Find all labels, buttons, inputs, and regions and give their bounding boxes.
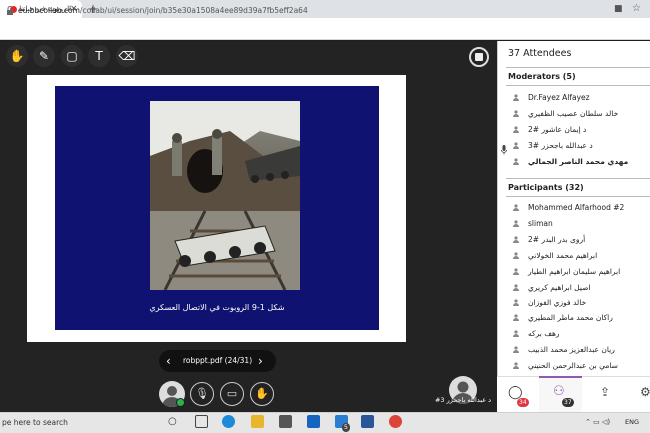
mail-icon[interactable] xyxy=(307,415,320,428)
file-explorer-icon[interactable] xyxy=(251,415,264,428)
attendee-name: Dr.Fayez Alfayez xyxy=(528,93,590,102)
next-slide-button[interactable]: › xyxy=(258,350,263,372)
moderator-item[interactable]: د عبدالله باجحزر #3 xyxy=(510,138,650,153)
person-icon xyxy=(513,268,519,275)
raise-hand-icon[interactable]: ✋ xyxy=(250,382,274,406)
store-icon[interactable] xyxy=(279,415,292,428)
url-path: /collab/ui/session/join/b35e30a1508a4ee8… xyxy=(79,6,308,15)
attendee-name: Mohammed Alfarhood #2 xyxy=(528,203,625,212)
attendees-badge: 37 xyxy=(562,398,574,407)
eraser-icon[interactable]: ⌫ xyxy=(116,45,138,67)
pager-label: robppt.pdf (24/31) xyxy=(183,356,253,365)
participant-item[interactable]: ابراهيم سليمان ابراهيم الطيار xyxy=(510,264,650,279)
person-icon xyxy=(513,314,519,321)
chrome-icon[interactable] xyxy=(389,415,402,428)
task-view-icon[interactable] xyxy=(195,415,208,428)
divider xyxy=(506,67,650,68)
recording-stop-button[interactable] xyxy=(469,47,489,67)
attendee-name: د إيمان عاشور #2 xyxy=(528,125,587,134)
taskbar-badge: 5 xyxy=(342,423,350,432)
search-icon[interactable]: ○ xyxy=(168,416,177,427)
attendee-name: ابراهيم سليمان ابراهيم الطيار xyxy=(528,267,621,276)
attendee-name: راكان محمد ماطر المطيري xyxy=(528,313,613,322)
bookmark-star-icon[interactable]: ☆ xyxy=(632,3,641,14)
panel-title: 37 Attendees xyxy=(508,48,572,59)
lock-icon[interactable] xyxy=(6,6,14,15)
settings-gear-icon[interactable]: ⚙ xyxy=(640,385,650,399)
attendee-name: رهف بركه xyxy=(528,329,560,338)
person-icon xyxy=(513,330,519,337)
attendee-name: د عبدالله باجحزر #3 xyxy=(528,141,593,150)
divider xyxy=(506,85,650,86)
attendee-name: sliman xyxy=(528,219,553,228)
speaker-name: د عبدالله باجحزر 3# xyxy=(434,396,492,404)
status-check-icon xyxy=(176,398,185,407)
person-icon xyxy=(513,299,519,306)
participant-item[interactable]: ريان عبدالعزيز محمد الذبيب xyxy=(510,342,650,357)
microphone-icon xyxy=(501,140,507,155)
share-icon[interactable]: ⇪ xyxy=(600,385,610,399)
person-icon xyxy=(513,94,519,101)
attendee-name: ريان عبدالعزيز محمد الذبيب xyxy=(528,345,615,354)
attendees-icon[interactable]: ⚇ xyxy=(553,384,565,399)
divider xyxy=(506,178,650,179)
pen-icon[interactable]: ✎ xyxy=(33,45,55,67)
participant-item[interactable]: اصيل ابراهيم كريري xyxy=(510,280,650,295)
attendee-name: سامي بن عبدالرحمن الحنيني xyxy=(528,361,618,370)
taskbar-search[interactable]: pe here to search xyxy=(2,412,68,433)
person-icon xyxy=(513,346,519,353)
divider xyxy=(506,196,650,197)
taskbar xyxy=(0,412,650,433)
url-field[interactable]: eu.bbcollab.com/collab/ui/session/join/b… xyxy=(18,0,308,22)
moderator-item[interactable]: خالد سلطان عصيب الظفيري xyxy=(510,106,650,121)
mic-muted-icon[interactable]: 🎙 xyxy=(190,382,214,406)
person-icon xyxy=(513,362,519,369)
participant-item[interactable]: سامي بن عبدالرحمن الحنيني xyxy=(510,358,650,373)
participants-title: Participants (32) xyxy=(508,183,584,192)
camera-icon[interactable]: ■ xyxy=(614,4,623,14)
chat-badge: 34 xyxy=(517,398,529,407)
url-host: eu.bbcollab.com xyxy=(18,6,80,15)
word-icon[interactable] xyxy=(361,415,374,428)
text-icon[interactable]: T xyxy=(88,45,110,67)
attendee-name: خالد فوزي الفوزان xyxy=(528,298,587,307)
pointer-icon[interactable]: ✋ xyxy=(6,45,28,67)
person-icon xyxy=(513,204,519,211)
edge-icon[interactable] xyxy=(222,415,235,428)
attendee-name: أروى بدر البدر #2 xyxy=(528,235,586,244)
attendee-name: خالد سلطان عصيب الظفيري xyxy=(528,109,619,118)
person-icon xyxy=(513,158,519,165)
attendee-name: اصيل ابراهيم كريري xyxy=(528,283,591,292)
moderator-item[interactable]: مهدي محمد الناصر الجمالي xyxy=(510,154,650,169)
input-language[interactable]: ENG xyxy=(625,412,639,433)
slide-photo xyxy=(150,101,300,290)
shape-icon[interactable]: ▢ xyxy=(61,45,83,67)
participant-item[interactable]: رهف بركه xyxy=(510,326,650,341)
previous-slide-button[interactable]: ‹ xyxy=(166,350,171,372)
person-icon xyxy=(513,236,519,243)
person-icon xyxy=(513,220,519,227)
person-icon xyxy=(513,126,519,133)
slide-caption: شكل 1-9 الروبوت في الاتصال العسكري xyxy=(149,303,285,312)
participant-item[interactable]: ابراهيم محمد الخولاني xyxy=(510,248,650,263)
participant-item[interactable]: راكان محمد ماطر المطيري xyxy=(510,310,650,325)
person-icon xyxy=(513,252,519,259)
tray-icons[interactable]: ⌃ ▭ ◁) xyxy=(585,412,610,433)
moderators-title: Moderators (5) xyxy=(508,72,576,81)
moderator-item[interactable]: Dr.Fayez Alfayez xyxy=(510,90,650,105)
participant-item[interactable]: Mohammed Alfarhood #2 xyxy=(510,200,650,215)
participant-item[interactable]: sliman xyxy=(510,216,650,231)
person-icon xyxy=(513,110,519,117)
person-icon xyxy=(513,142,519,149)
camera-off-icon[interactable]: ▭ xyxy=(220,382,244,406)
moderator-item[interactable]: د إيمان عاشور #2 xyxy=(510,122,650,137)
attendee-name: مهدي محمد الناصر الجمالي xyxy=(528,157,629,166)
attendee-name: ابراهيم محمد الخولاني xyxy=(528,251,598,260)
participant-item[interactable]: خالد فوزي الفوزان xyxy=(510,295,650,310)
person-icon xyxy=(513,284,519,291)
participant-item[interactable]: أروى بدر البدر #2 xyxy=(510,232,650,247)
